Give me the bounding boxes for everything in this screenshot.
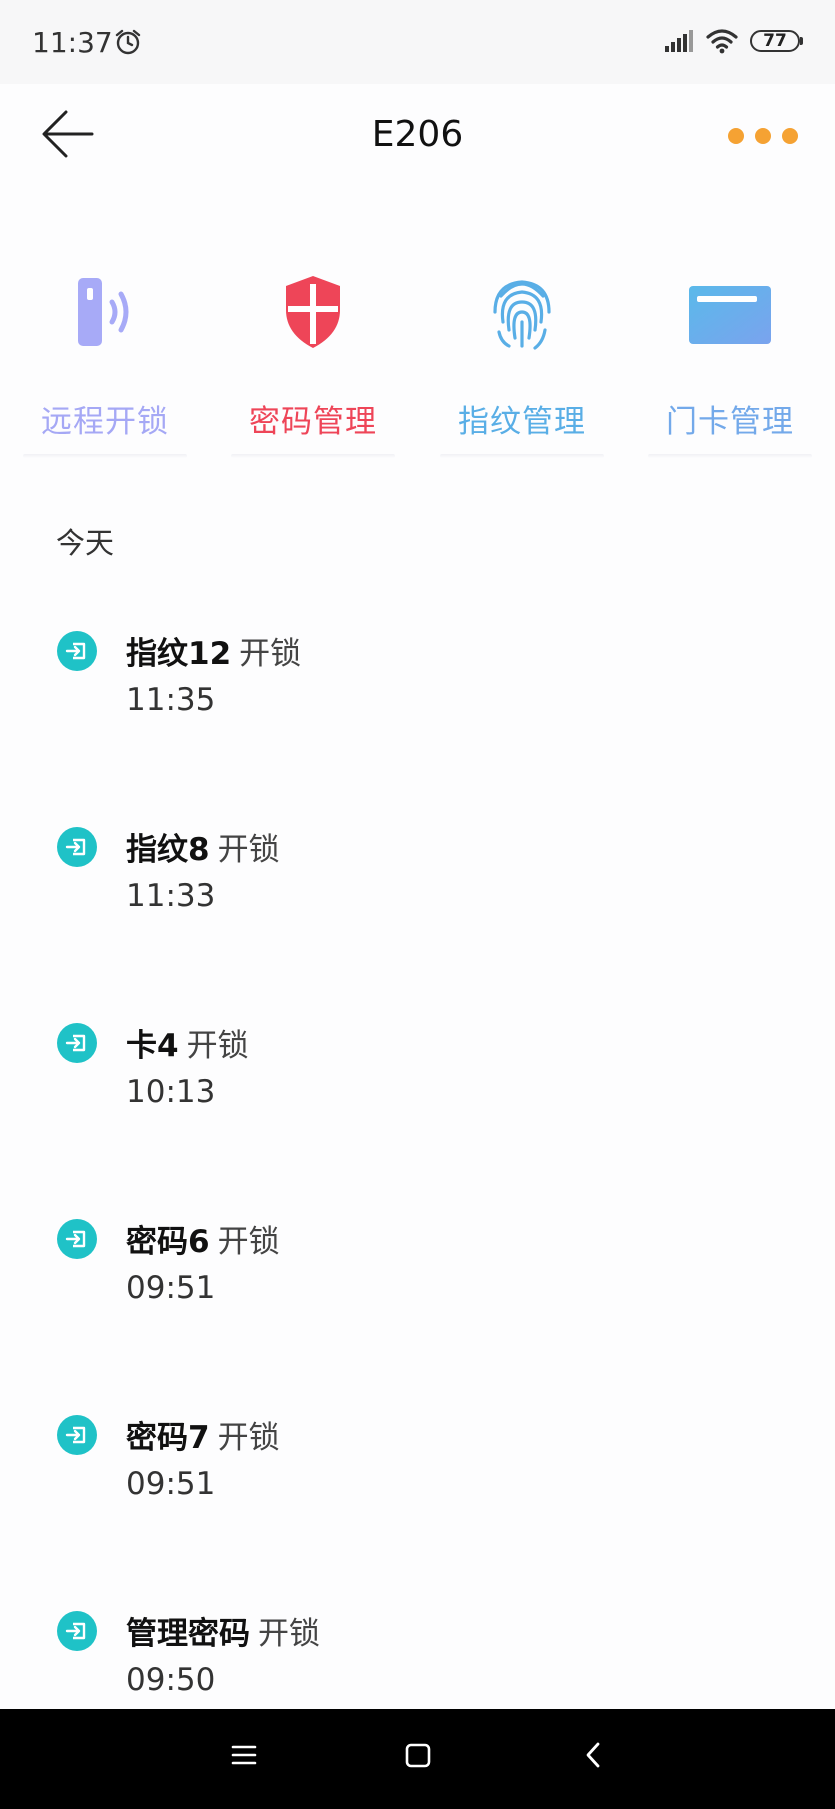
alarm-icon [114,28,142,60]
list-item[interactable]: 密码7 开锁 09:51 [0,1396,835,1546]
log-title: 卡4 开锁 [126,1020,249,1065]
battery-tip [800,37,803,45]
list-item[interactable]: 指纹8 开锁 11:33 [0,808,835,958]
more-dot [782,128,798,144]
app-bar: E206 [0,84,835,186]
enter-icon [56,1610,98,1656]
log-name: 指纹12 [126,636,232,672]
log-name: 指纹8 [126,832,210,868]
more-dot [728,128,744,144]
enter-icon [56,1218,98,1264]
home-square-icon[interactable] [404,1741,432,1773]
divider [231,454,395,458]
signal-icon [664,30,696,56]
list-item[interactable]: 指纹12 开锁 11:35 [0,612,835,762]
log-time: 09:50 [126,1662,216,1698]
log-action: 开锁 [217,1420,280,1456]
enter-icon [56,1414,98,1460]
more-dots-icon[interactable] [728,128,798,144]
log-time: 11:35 [126,682,216,718]
battery-icon: 77 [750,30,800,52]
section-title-today: 今天 [56,526,115,560]
divider [23,454,187,458]
fingerprint-manage-button[interactable]: 指纹管理 [432,260,612,460]
log-action: 开锁 [217,832,280,868]
log-title: 指纹8 开锁 [126,824,280,869]
quick-actions: 远程开锁 密码管理 指纹管理 门卡管理 [0,260,835,460]
log-name: 卡4 [126,1028,179,1064]
log-title: 指纹12 开锁 [126,628,301,673]
log-title: 密码7 开锁 [126,1412,280,1457]
password-manage-label: 密码管理 [249,404,377,440]
list-item[interactable]: 卡4 开锁 10:13 [0,1004,835,1154]
enter-icon [56,1022,98,1068]
list-item[interactable]: 密码6 开锁 09:51 [0,1200,835,1350]
card-manage-label: 门卡管理 [666,404,794,440]
log-action: 开锁 [258,1616,320,1652]
log-time: 09:51 [126,1466,216,1502]
log-time: 09:51 [126,1270,216,1306]
log-name: 密码6 [126,1224,210,1260]
status-time: 11:37 [32,26,113,59]
log-time: 11:33 [126,878,216,914]
menu-icon[interactable] [230,1741,258,1773]
log-action: 开锁 [217,1224,280,1260]
divider [648,454,812,458]
remote-unlock-label: 远程开锁 [41,404,169,440]
log-action: 开锁 [239,636,302,672]
page-title: E206 [371,114,464,155]
remote-unlock-icon [70,272,140,356]
card-icon [687,272,773,356]
enter-icon [56,826,98,872]
more-dot [755,128,771,144]
log-title: 密码6 开锁 [126,1216,280,1261]
back-chevron-icon[interactable] [580,1741,608,1773]
system-nav-bar [0,1709,835,1809]
fingerprint-manage-label: 指纹管理 [458,404,586,440]
wifi-icon [706,28,738,58]
enter-icon [56,630,98,676]
log-title: 管理密码 开锁 [126,1608,320,1653]
status-bar: 11:37 77 [0,0,835,84]
fingerprint-icon [487,272,557,356]
log-action: 开锁 [186,1028,249,1064]
password-manage-button[interactable]: 密码管理 [223,260,403,460]
log-name: 管理密码 [126,1616,250,1652]
card-manage-button[interactable]: 门卡管理 [640,260,820,460]
shield-icon [278,272,348,356]
log-name: 密码7 [126,1420,210,1456]
divider [440,454,604,458]
log-time: 10:13 [126,1074,216,1110]
remote-unlock-button[interactable]: 远程开锁 [15,260,195,460]
